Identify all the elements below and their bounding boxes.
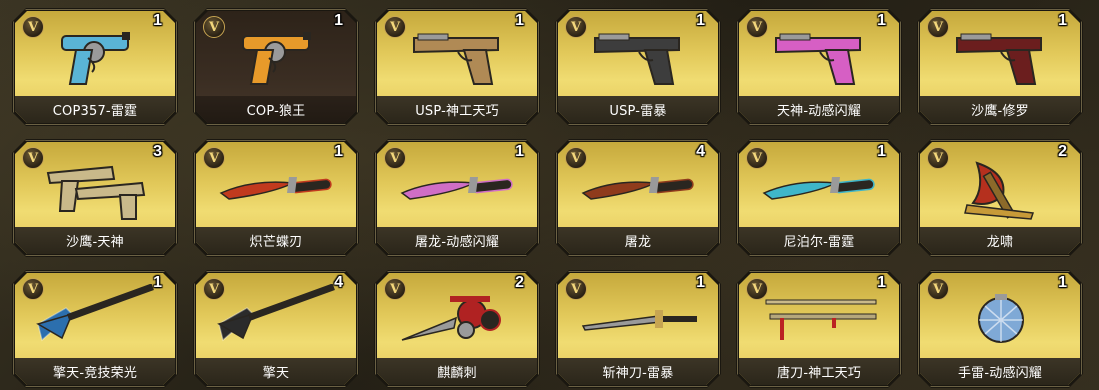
name-bar: 尼泊尔-雷霆: [739, 227, 899, 254]
revolver-icon: [32, 22, 158, 90]
weapon-name: 天神-动感闪耀: [776, 104, 862, 119]
weapon-card[interactable]: V4 擎天: [193, 270, 359, 388]
name-bar: 斩神刀-雷暴: [558, 358, 718, 385]
weapon-card[interactable]: V3 沙鹰-天神: [12, 139, 178, 257]
pistol-icon: [575, 22, 701, 90]
weapon-card[interactable]: V1 沙鹰-修罗: [917, 8, 1083, 126]
weapon-name: USP-雷暴: [609, 104, 667, 119]
name-bar: 手雷-动感闪耀: [920, 358, 1080, 385]
weapon-card[interactable]: V4 屠龙: [555, 139, 721, 257]
weapon-name: 屠龙-动感闪耀: [414, 235, 500, 250]
pistol-icon: [937, 22, 1063, 90]
knife-icon: [394, 153, 520, 221]
weapon-card[interactable]: V1 尼泊尔-雷霆: [736, 139, 902, 257]
knuckle-blade-icon: [394, 284, 520, 352]
name-bar: 擎天: [196, 358, 356, 385]
weapon-inventory: V1 COP357-雷霆 V 1 COP-狼王 V 1 USP-神工天巧 V 1 USP-雷…: [0, 0, 1099, 390]
weapon-name: COP357-雷霆: [52, 104, 138, 119]
name-bar: USP-神工天巧: [377, 96, 537, 123]
weapon-name: 擎天-竞技荣光: [52, 366, 138, 381]
pistol-icon: [394, 22, 520, 90]
weapon-card[interactable]: V1 唐刀-神工天巧: [736, 270, 902, 388]
weapon-name: 龙啸: [986, 235, 1014, 250]
name-bar: COP357-雷霆: [15, 96, 175, 123]
weapon-card[interactable]: V1 炽芒蝶刃: [193, 139, 359, 257]
sword-icon: [575, 284, 701, 352]
weapon-card[interactable]: V2 麒麟刺: [374, 270, 540, 388]
inventory-grid: V1 COP357-雷霆 V 1 COP-狼王 V 1 USP-神工天巧 V 1 USP-雷…: [12, 8, 1083, 388]
weapon-name: 尼泊尔-雷霆: [783, 235, 855, 250]
weapon-name: 麒麟刺: [437, 366, 477, 381]
name-bar: 沙鹰-天神: [15, 227, 175, 254]
weapon-card[interactable]: V1 屠龙-动感闪耀: [374, 139, 540, 257]
name-bar: 麒麟刺: [377, 358, 537, 385]
spear-icon: [213, 284, 339, 352]
name-bar: 屠龙: [558, 227, 718, 254]
weapon-card[interactable]: V1 手雷-动感闪耀: [917, 270, 1083, 388]
katana-icon: [756, 284, 882, 352]
weapon-name: COP-狼王: [246, 104, 306, 119]
name-bar: 龙啸: [920, 227, 1080, 254]
pistol-icon: [756, 22, 882, 90]
weapon-name: 沙鹰-天神: [66, 235, 124, 250]
name-bar: 唐刀-神工天巧: [739, 358, 899, 385]
disco-grenade-icon: [937, 284, 1063, 352]
weapon-card[interactable]: V1 COP357-雷霆: [12, 8, 178, 126]
weapon-name: 沙鹰-修罗: [971, 104, 1029, 119]
weapon-name: 擎天: [262, 366, 290, 381]
weapon-name: USP-神工天巧: [415, 104, 499, 119]
name-bar: 擎天-竞技荣光: [15, 358, 175, 385]
axe-icon: [937, 153, 1063, 221]
knife-icon: [213, 153, 339, 221]
weapon-card[interactable]: V1 USP-雷暴: [555, 8, 721, 126]
name-bar: 炽芒蝶刃: [196, 227, 356, 254]
dual-pistol-icon: [32, 153, 158, 221]
weapon-name: 炽芒蝶刃: [249, 235, 303, 250]
weapon-card[interactable]: V1 斩神刀-雷暴: [555, 270, 721, 388]
name-bar: 屠龙-动感闪耀: [377, 227, 537, 254]
weapon-name: 屠龙: [624, 235, 652, 250]
name-bar: USP-雷暴: [558, 96, 718, 123]
name-bar: COP-狼王: [196, 96, 356, 123]
weapon-name: 唐刀-神工天巧: [776, 366, 862, 381]
weapon-name: 斩神刀-雷暴: [602, 366, 674, 381]
knife-icon: [756, 153, 882, 221]
knife-icon: [575, 153, 701, 221]
name-bar: 沙鹰-修罗: [920, 96, 1080, 123]
weapon-card[interactable]: V2 龙啸: [917, 139, 1083, 257]
weapon-card[interactable]: V1 天神-动感闪耀: [736, 8, 902, 126]
weapon-card[interactable]: V1 COP-狼王: [193, 8, 359, 126]
revolver-icon: [213, 22, 339, 90]
name-bar: 天神-动感闪耀: [739, 96, 899, 123]
weapon-card[interactable]: V1 USP-神工天巧: [374, 8, 540, 126]
weapon-name: 手雷-动感闪耀: [957, 366, 1043, 381]
weapon-card[interactable]: V1 擎天-竞技荣光: [12, 270, 178, 388]
spear-icon: [32, 284, 158, 352]
